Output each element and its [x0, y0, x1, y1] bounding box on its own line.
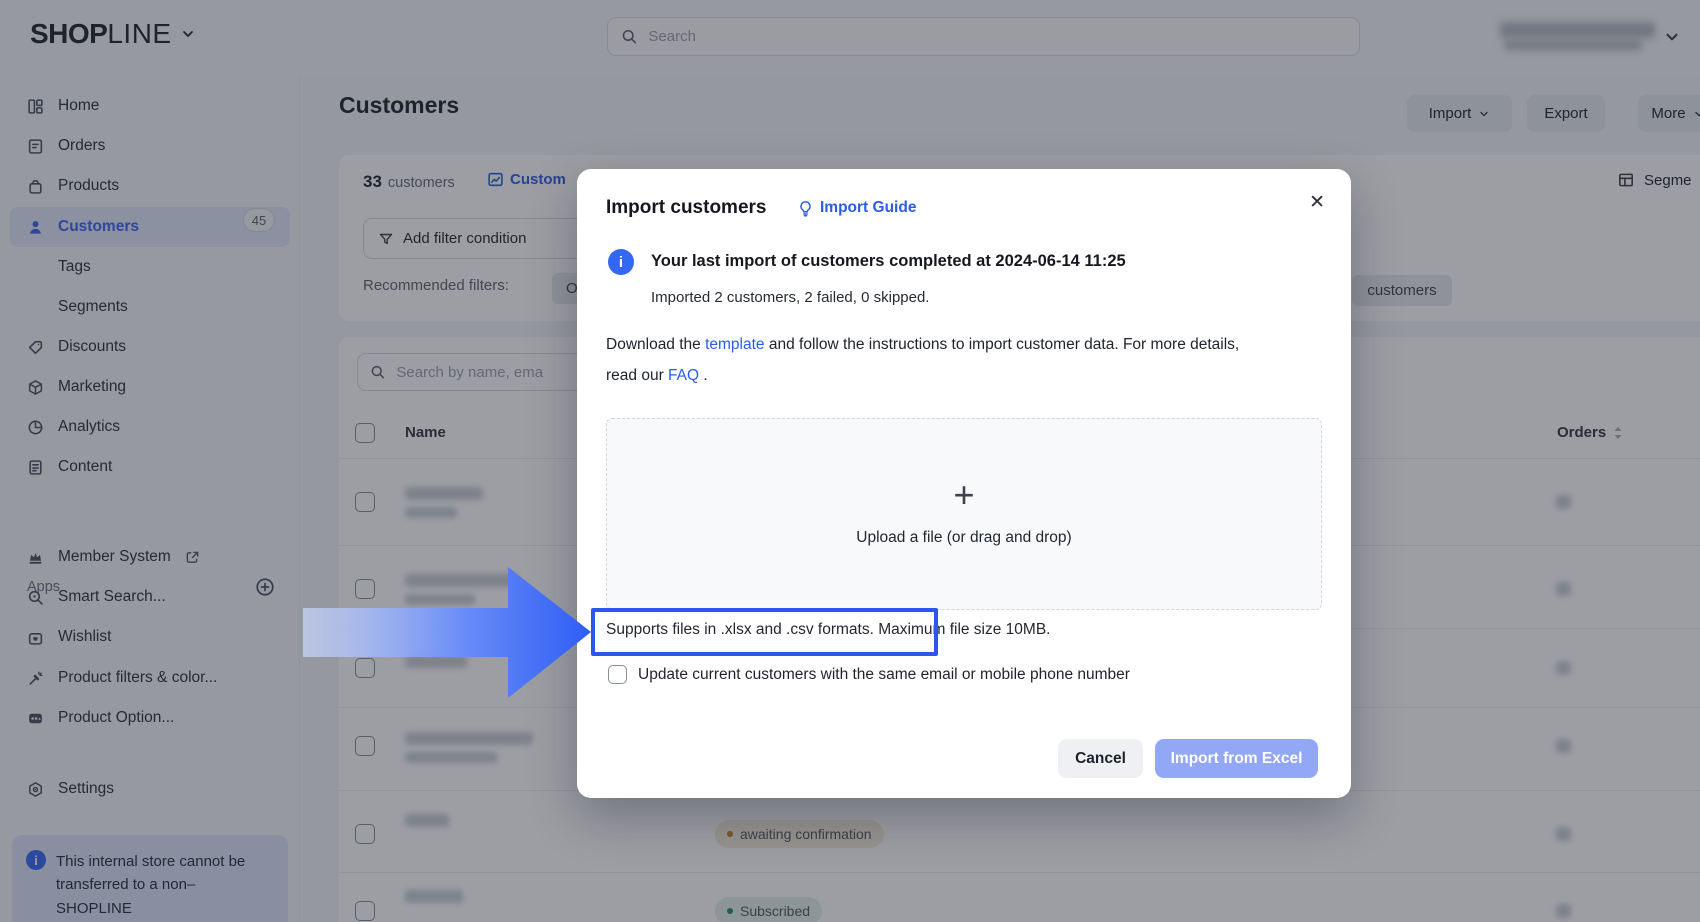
info-icon: i — [608, 249, 634, 275]
cancel-button[interactable]: Cancel — [1058, 739, 1143, 778]
upload-dropzone[interactable]: + Upload a file (or drag and drop) — [606, 418, 1322, 610]
import-customers-modal: Import customers Import Guide ✕ i Your l… — [577, 169, 1351, 798]
last-import-detail: Imported 2 customers, 2 failed, 0 skippe… — [651, 289, 929, 306]
import-from-excel-button[interactable]: Import from Excel — [1155, 739, 1318, 778]
import-guide-label: Import Guide — [820, 199, 916, 217]
instructions-text: Download the — [606, 336, 705, 353]
import-instructions: Download the template and follow the ins… — [606, 329, 1262, 391]
formats-highlighted-text: Supports files in .xlsx and .csv formats… — [606, 621, 874, 638]
update-existing-checkbox[interactable] — [608, 665, 627, 684]
faq-link[interactable]: FAQ — [668, 367, 699, 384]
modal-title: Import customers — [606, 197, 766, 219]
update-existing-option: Update current customers with the same e… — [608, 665, 1130, 684]
upload-label: Upload a file (or drag and drop) — [607, 529, 1321, 547]
template-link[interactable]: template — [705, 336, 764, 353]
formats-rest-text: Maximum file size 10MB. — [874, 621, 1051, 638]
app-window: SHOPLINE Home Orders Products Customers — [0, 0, 1700, 922]
import-guide-link[interactable]: Import Guide — [797, 199, 916, 217]
update-existing-label: Update current customers with the same e… — [638, 666, 1130, 684]
last-import-heading: Your last import of customers completed … — [651, 252, 1126, 271]
plus-icon: + — [607, 477, 1321, 513]
file-format-note: Supports files in .xlsx and .csv formats… — [606, 621, 1050, 639]
close-icon[interactable]: ✕ — [1309, 193, 1325, 212]
bulb-icon — [797, 200, 814, 217]
instructions-text: . — [699, 367, 708, 384]
